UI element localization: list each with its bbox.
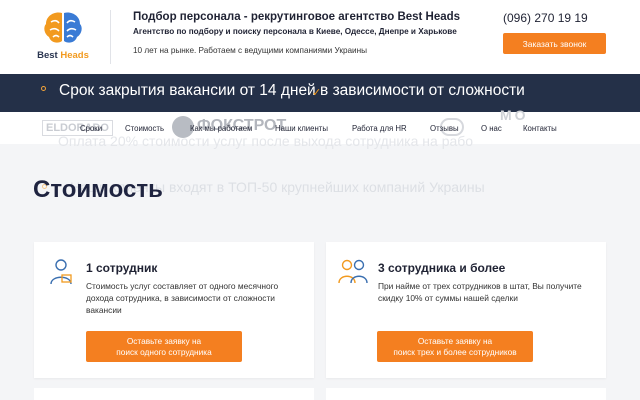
logo[interactable]: Best Heads	[32, 8, 92, 66]
brain-logo-icon	[44, 12, 82, 43]
banner-text: Срок закрытия вакансии от 14 дней в зави…	[59, 82, 525, 99]
header-subtitle: Агентство по подбору и поиску персонала …	[133, 27, 457, 36]
request-single-button[interactable]: Оставьте заявку на поиск одного сотрудни…	[86, 331, 242, 362]
next-card	[326, 388, 606, 400]
card-title: 1 сотрудник	[86, 261, 158, 275]
checkmark-icon: ✓	[312, 87, 322, 99]
header-divider	[110, 10, 111, 64]
eldorado-logo: ELDORADO	[42, 120, 113, 136]
request-multiple-button[interactable]: Оставьте заявку на поиск трех и более со…	[377, 331, 533, 362]
nav-item-hr-jobs[interactable]: Работа для HR	[352, 124, 407, 133]
card-description: При найме от трех сотрудников в штат, Вы…	[378, 281, 582, 303]
site-header: Best Heads Подбор персонала - рекрутинго…	[0, 0, 640, 74]
pricing-card-single: 1 сотрудник Стоимость услуг составляет о…	[34, 242, 314, 378]
next-card	[34, 388, 314, 400]
nav-item-terms[interactable]: Сроки	[80, 124, 102, 133]
mo-logo: MO	[500, 107, 529, 123]
nav-item-reviews[interactable]: Отзывы	[430, 124, 459, 133]
nav-item-cost[interactable]: Стоимость	[125, 124, 164, 133]
nav-item-how-we-work[interactable]: Как мы работаем	[190, 124, 252, 133]
nav-item-clients[interactable]: Наши клиенты	[275, 124, 328, 133]
bullet-icon	[41, 86, 46, 91]
logo-text: Best Heads	[37, 50, 89, 61]
call-request-button[interactable]: Заказать звонок	[503, 33, 606, 54]
nav-item-contacts[interactable]: Контакты	[523, 124, 557, 133]
section-title: Стоимость	[33, 176, 163, 203]
nav-item-about[interactable]: О нас	[481, 124, 502, 133]
people-group-icon	[338, 259, 368, 284]
header-title: Подбор персонала - рекрутинговое агентст…	[133, 11, 461, 23]
card-title: 3 сотрудника и более	[378, 261, 506, 275]
faded-line: Оплата 20% стоимости услуг после выхода …	[58, 133, 474, 149]
header-years: 10 лет на рынке. Работаем с ведущими ком…	[133, 46, 368, 55]
pricing-card-multiple: 3 сотрудника и более При найме от трех с…	[326, 242, 606, 378]
person-icon	[50, 259, 72, 285]
phone-number[interactable]: (096) 270 19 19	[503, 11, 588, 25]
card-description: Стоимость услуг составляет от одного мес…	[86, 281, 279, 315]
